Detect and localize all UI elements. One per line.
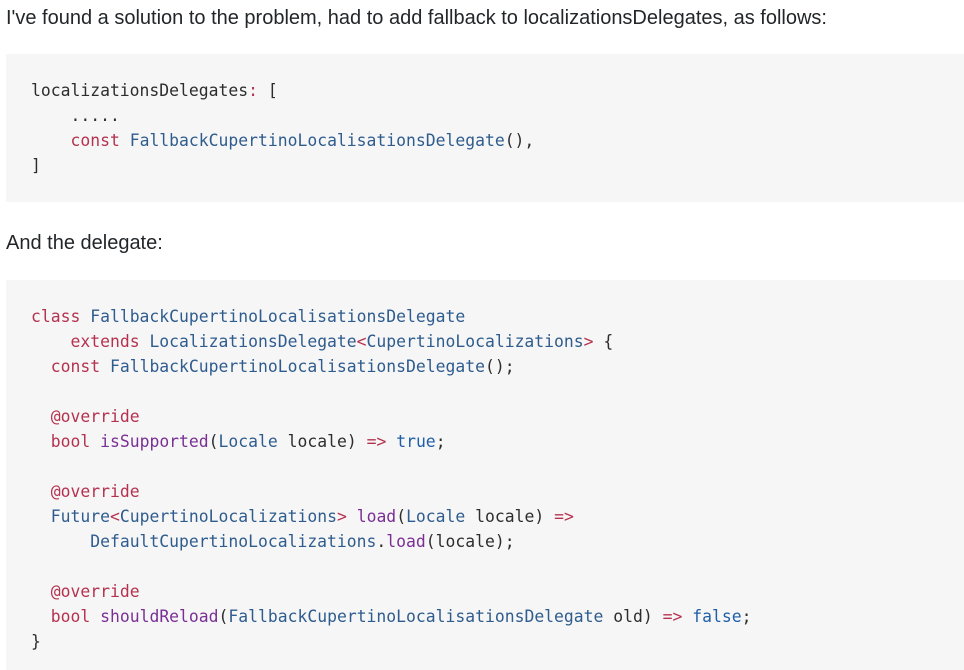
code-token: DefaultCupertinoLocalizations xyxy=(90,532,377,551)
code-line: localizationsDelegates: [ xyxy=(31,78,964,103)
code-line: ] xyxy=(31,153,964,178)
code-token: (locale); xyxy=(425,532,515,551)
code-token: const xyxy=(70,131,120,150)
code-token: ( xyxy=(208,432,219,451)
code-block-localizations-delegates: localizationsDelegates: [ ..... const Fa… xyxy=(6,54,964,202)
code-token: ( xyxy=(218,607,229,626)
code-token: : xyxy=(248,81,268,100)
code-token: false xyxy=(692,607,742,626)
code-line: } xyxy=(31,629,964,654)
code-token: < xyxy=(356,332,367,351)
code-token: isSupported xyxy=(100,432,209,451)
code-token: true xyxy=(396,432,436,451)
code-token: @override xyxy=(50,482,140,501)
intro-paragraph: I've found a solution to the problem, ha… xyxy=(6,7,827,29)
code-token: => xyxy=(554,507,574,526)
code-token: bool xyxy=(50,432,91,451)
code-token: load xyxy=(386,532,426,551)
code-token: (), xyxy=(504,131,535,150)
code-token: ( xyxy=(396,507,407,526)
code-token: Future xyxy=(50,507,110,526)
code-line: const FallbackCupertinoLocalisationsDele… xyxy=(31,128,964,153)
code-token: extends xyxy=(70,332,140,351)
code-token: class xyxy=(31,307,81,326)
code-token: (); xyxy=(484,357,515,376)
code-token: < xyxy=(109,507,120,526)
code-token: @override xyxy=(50,407,140,426)
code-token: locale) xyxy=(465,507,555,526)
delegate-paragraph: And the delegate: xyxy=(6,232,163,254)
code-token: bool xyxy=(50,607,91,626)
code-token: { xyxy=(593,332,614,351)
code-token: const xyxy=(50,357,101,376)
code-line: @override xyxy=(31,404,964,429)
code-token: ..... xyxy=(31,106,120,125)
code-token: ] xyxy=(31,156,41,175)
code-line: Future<CupertinoLocalizations> load(Loca… xyxy=(31,504,964,529)
code-token: FallbackCupertinoLocalisationsDelegate xyxy=(90,307,466,326)
code-token: CupertinoLocalizations xyxy=(119,507,337,526)
code-block-delegate-class: class FallbackCupertinoLocalisationsDele… xyxy=(6,280,964,670)
code-token: FallbackCupertinoLocalisationsDelegate xyxy=(228,607,604,626)
code-token: => xyxy=(662,607,683,626)
code-token: ; xyxy=(741,607,752,626)
code-token: > xyxy=(583,332,594,351)
code-line: const FallbackCupertinoLocalisationsDele… xyxy=(31,354,964,379)
code-token: CupertinoLocalizations xyxy=(366,332,584,351)
code-token: [ xyxy=(267,81,278,100)
code-token: FallbackCupertinoLocalisationsDelegate xyxy=(129,131,505,150)
code-token: localizationsDelegates xyxy=(31,81,249,100)
code-token: Locale xyxy=(406,507,466,526)
code-token: FallbackCupertinoLocalisationsDelegate xyxy=(109,357,485,376)
code-token: Locale xyxy=(218,432,278,451)
code-token: ; xyxy=(435,432,446,451)
code-line: bool isSupported(Locale locale) => true; xyxy=(31,429,964,454)
code-token: old) xyxy=(603,607,663,626)
code-line: DefaultCupertinoLocalizations.load(local… xyxy=(31,529,964,554)
code-line: bool shouldReload(FallbackCupertinoLocal… xyxy=(31,604,964,629)
code-token: > xyxy=(336,507,347,526)
code-token: . xyxy=(376,532,387,551)
code-token: => xyxy=(366,432,387,451)
code-listing: class FallbackCupertinoLocalisationsDele… xyxy=(31,304,964,654)
code-token: locale) xyxy=(277,432,367,451)
code-line: class FallbackCupertinoLocalisationsDele… xyxy=(31,304,964,329)
code-line: @override xyxy=(31,579,964,604)
code-listing: localizationsDelegates: [ ..... const Fa… xyxy=(31,78,964,178)
code-token: } xyxy=(31,632,41,651)
code-line: @override xyxy=(31,479,964,504)
code-line: extends LocalizationsDelegate<CupertinoL… xyxy=(31,329,964,354)
code-token: shouldReload xyxy=(100,607,219,626)
code-line: ..... xyxy=(31,103,964,128)
code-token: @override xyxy=(50,582,140,601)
code-token: LocalizationsDelegate xyxy=(149,332,357,351)
code-token: load xyxy=(356,507,397,526)
